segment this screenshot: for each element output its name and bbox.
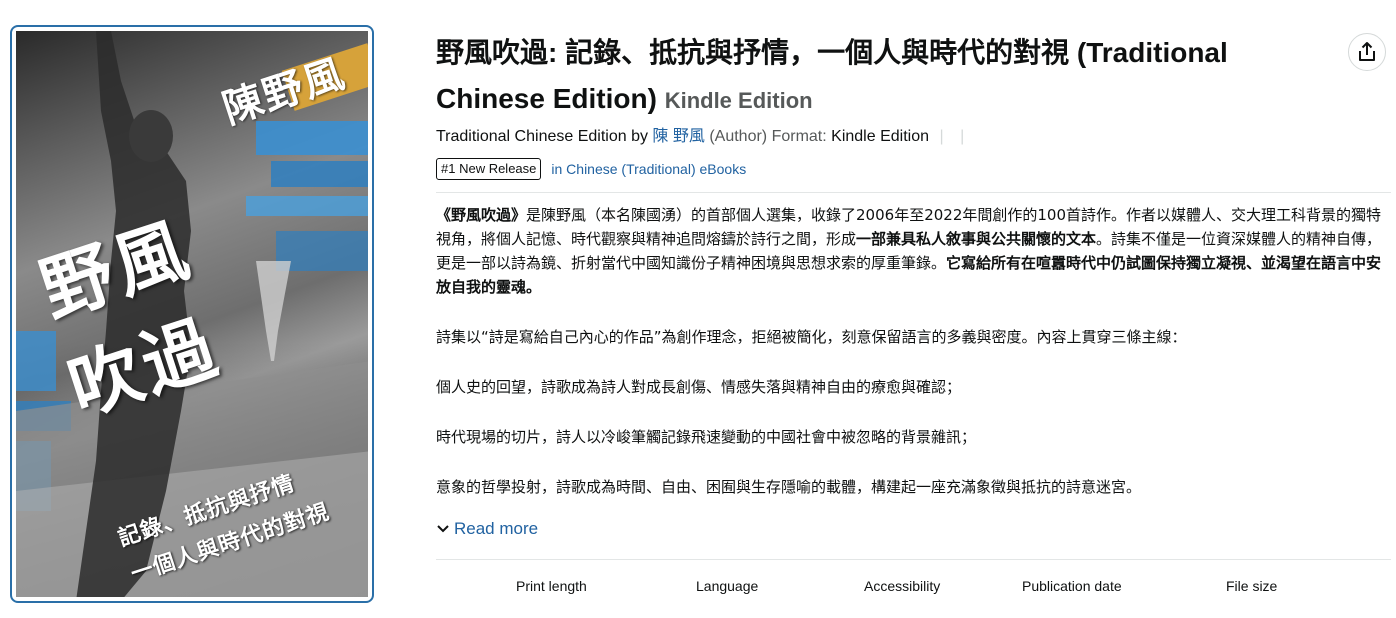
section-divider xyxy=(436,559,1391,560)
section-divider xyxy=(436,192,1391,193)
description-paragraph: 意象的哲學投射，詩歌成為時間、自由、困囿與生存隱喻的載體，構建起一座充滿象徵與抵… xyxy=(436,478,1142,496)
product-details: 野風吹過: 記錄、抵抗與抒情，一個人與時代的對視 (Traditional Ch… xyxy=(436,30,1396,618)
book-cover-image: 陳野風 野風 吹過 記錄、抵抗與抒情 一個人與時代的對視 xyxy=(16,31,368,597)
share-icon xyxy=(1359,42,1375,61)
format-prefix: Format: xyxy=(771,128,827,145)
book-description: 《野風吹過》是陳野風（本名陳國湧）的首部個人選集，收錄了2006年至2022年間… xyxy=(436,203,1391,499)
carousel-item-accessibility[interactable]: Accessibility xyxy=(864,578,940,594)
description-emphasis: 一部兼具私人敘事與公共關懷的文本 xyxy=(856,230,1097,248)
description-book-title: 《野風吹過》 xyxy=(436,206,527,224)
format-value: Kindle Edition xyxy=(831,128,929,145)
product-details-carousel: Print length Language Accessibility Publ… xyxy=(436,578,1396,618)
author-role: (Author) xyxy=(709,128,768,145)
read-more-label: Read more xyxy=(454,519,539,538)
badge-category-link[interactable]: in Chinese (Traditional) eBooks xyxy=(551,161,746,177)
byline-prefix: Traditional Chinese Edition by xyxy=(436,128,648,145)
description-paragraph: 個人史的回望，詩歌成為詩人對成長創傷、情感失落與精神自由的療愈與確認； xyxy=(436,378,962,396)
byline-divider: | xyxy=(939,128,944,145)
description-paragraph: 時代現場的切片，詩人以冷峻筆觸記錄飛速變動的中國社會中被忽略的背景雜訊； xyxy=(436,428,977,446)
carousel-item-file-size[interactable]: File size xyxy=(1226,578,1277,594)
byline-divider: | xyxy=(960,128,965,145)
byline: Traditional Chinese Edition by 陳 野風 (Aut… xyxy=(436,126,1396,148)
product-title: 野風吹過: 記錄、抵抗與抒情，一個人與時代的對視 (Traditional Ch… xyxy=(436,30,1316,124)
read-more-link[interactable]: Read more xyxy=(436,519,1396,539)
chevron-down-icon xyxy=(437,525,449,533)
carousel-item-publication-date[interactable]: Publication date xyxy=(1022,578,1122,594)
new-release-badge[interactable]: #1 New Release xyxy=(436,158,542,180)
product-format-label: Kindle Edition xyxy=(664,88,813,113)
carousel-item-print-length[interactable]: Print length xyxy=(516,578,587,594)
description-paragraph: 詩集以“詩是寫給自己內心的作品”為創作理念，拒絕被簡化，刻意保留語言的多義與密度… xyxy=(436,328,1187,346)
book-cover-frame[interactable]: 陳野風 野風 吹過 記錄、抵抗與抒情 一個人與時代的對視 xyxy=(10,25,374,603)
bestseller-badge-row: #1 New Release in Chinese (Traditional) … xyxy=(436,158,1396,180)
product-title-text: 野風吹過: 記錄、抵抗與抒情，一個人與時代的對視 (Traditional Ch… xyxy=(436,37,1228,114)
carousel-item-language[interactable]: Language xyxy=(696,578,758,594)
share-button[interactable] xyxy=(1348,33,1386,71)
author-link[interactable]: 陳 野風 xyxy=(652,128,704,145)
description-paragraph: 《野風吹過》是陳野風（本名陳國湧）的首部個人選集，收錄了2006年至2022年間… xyxy=(436,203,1391,299)
